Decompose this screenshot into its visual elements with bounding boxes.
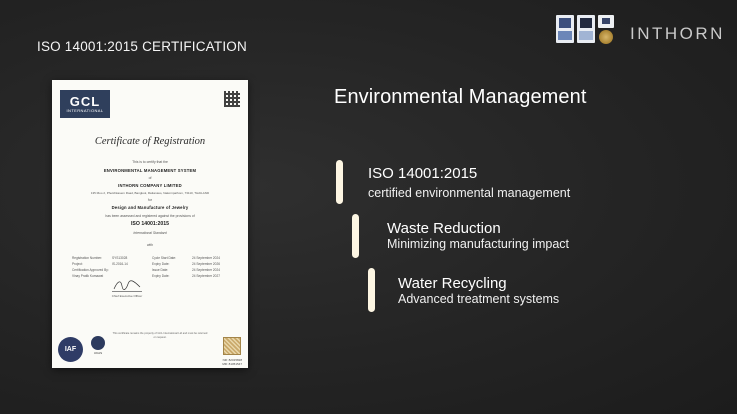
- table-cell: Vinay Pratik Kumawat: [72, 274, 104, 278]
- certificate-code: MR: 81051547: [222, 362, 242, 366]
- ukas-logo: UKAS: [89, 336, 107, 362]
- certificate-of: of: [148, 176, 152, 180]
- signature-image: [112, 278, 142, 292]
- gcl-logo: GCL INTERNATIONAL: [60, 90, 110, 118]
- certificate-company: INTHORN COMPANY LIMITED: [118, 183, 182, 188]
- certificate-scope: Design and Manufacture of Jewelry: [111, 205, 189, 210]
- signature-title: Chief Executive Officer: [111, 294, 143, 298]
- table-cell: 24 September 2026: [192, 262, 220, 266]
- certificate-image: GCL INTERNATIONAL Certificate of Registr…: [52, 80, 248, 368]
- slide-title: ISO 14001:2015 CERTIFICATION: [37, 39, 247, 54]
- seal-icon: [599, 30, 613, 44]
- table-cell: 24 September 2027: [192, 274, 220, 278]
- ukas-label: UKAS: [93, 351, 103, 355]
- feature-description: Advanced treatment systems: [398, 292, 560, 306]
- table-row: Vinay Pratik Kumawat Expiry Date: 24 Sep…: [72, 273, 232, 279]
- certificate-details-table: Registration Number: SYS13028 Cycle Star…: [72, 255, 232, 279]
- certificate-standard: ISO 14001:2015: [130, 221, 170, 227]
- section-title: Environmental Management: [334, 86, 587, 108]
- table-cell: Expiry Date:: [152, 274, 170, 278]
- certificate-system: ENVIRONMENTAL MANAGEMENT SYSTEM: [103, 168, 197, 173]
- accreditation-logo: [577, 15, 595, 43]
- table-cell: Cycle Start Date:: [152, 256, 177, 260]
- certificate-assessed: has been assessed and registered against…: [105, 214, 195, 218]
- feature-title: Water Recycling: [398, 275, 507, 292]
- table-cell: Issue Date:: [152, 268, 169, 272]
- table-cell: IS-2016-14: [112, 262, 128, 266]
- iaf-logo: IAF: [58, 337, 83, 362]
- certificate-heading: Certificate of Registration: [94, 136, 206, 147]
- table-cell: SYS13028: [112, 256, 128, 260]
- qr-code-icon: [224, 91, 240, 107]
- accent-bar: [352, 214, 359, 258]
- hologram-seal-icon: [223, 337, 241, 355]
- gcl-logo-text: GCL: [69, 93, 101, 109]
- feature-description: certified environmental management: [368, 186, 571, 200]
- certificate-address: 135 Moo 2, Phetchkasem Road, Bangkok, Ra…: [90, 191, 210, 195]
- brand-name: INTHORN: [630, 24, 725, 43]
- table-cell: 24 September 2024: [192, 268, 220, 272]
- accreditation-logos: [556, 15, 614, 44]
- accreditation-logo-stack: [598, 15, 614, 44]
- accent-bar: [368, 268, 375, 312]
- feature-description: Minimizing manufacturing impact: [387, 237, 570, 251]
- certificate-standard-note: International Standard: [133, 231, 167, 235]
- feature-title: ISO 14001:2015: [368, 165, 478, 182]
- table-cell: Project:: [72, 262, 83, 266]
- certify-line: This is to certify that the: [132, 160, 168, 164]
- accent-bar: [336, 160, 343, 204]
- table-cell: Registration Number:: [72, 256, 103, 260]
- accreditation-logo: [598, 15, 614, 28]
- crown-icon: [91, 336, 105, 350]
- table-cell: Expiry Date:: [152, 262, 170, 266]
- table-cell: Certification Approved By:: [72, 268, 109, 272]
- certificate-for: for: [148, 198, 152, 202]
- accreditation-logo: [556, 15, 574, 43]
- feature-title: Waste Reduction: [387, 220, 501, 237]
- gcl-logo-subtext: INTERNATIONAL: [66, 107, 104, 113]
- table-cell: 24 September 2024: [192, 256, 220, 260]
- signature-icon: [113, 280, 141, 290]
- certificate-codes: NR: 82015828 MR: 81051547: [222, 358, 242, 366]
- certificate-with: with: [146, 243, 154, 247]
- certificate-footer-note: This certificate remains the property of…: [112, 332, 208, 339]
